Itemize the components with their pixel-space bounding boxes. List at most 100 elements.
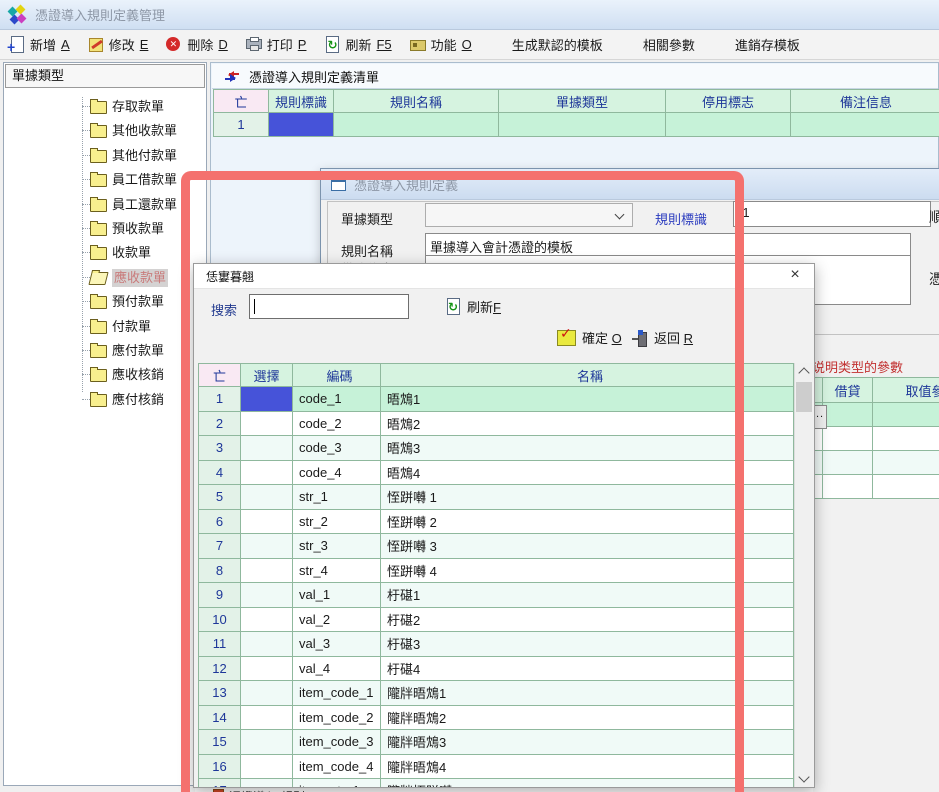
table-row[interactable]: 3code_3晤鴆3 (198, 436, 794, 461)
search-input[interactable] (249, 294, 409, 319)
select-cell[interactable] (241, 510, 293, 535)
table-row[interactable]: 17item_str_1隴牉恎跰囀 1 (198, 779, 794, 787)
code-cell[interactable]: item_str_1 (293, 779, 381, 787)
sidebar-item-10[interactable]: 付款單 (4, 315, 206, 339)
new-button[interactable]: + 新增A (8, 35, 70, 54)
name-cell[interactable]: 杅碪4 (381, 657, 794, 682)
table-row[interactable]: 5str_1恎跰囀 1 (198, 485, 794, 510)
name-cell[interactable]: 隴牉晤鴆1 (381, 681, 794, 706)
refresh-button[interactable]: ↻ 刷新F (444, 297, 501, 316)
code-cell[interactable]: code_4 (293, 461, 381, 486)
col-rule-id[interactable]: 規則標識 (269, 89, 334, 113)
select-cell[interactable] (241, 608, 293, 633)
code-cell[interactable]: val_4 (293, 657, 381, 682)
table-row[interactable]: 1 (213, 113, 939, 137)
select-cell[interactable] (241, 779, 293, 787)
table-row[interactable]: 13item_code_1隴牉晤鴆1 (198, 681, 794, 706)
name-cell[interactable]: 隴牉晤鴆3 (381, 730, 794, 755)
sidebar-item-2[interactable]: 其他收款單 (4, 119, 206, 143)
select-cell[interactable] (241, 412, 293, 437)
col-seq[interactable]: 亡 (213, 89, 269, 113)
scroll-down-icon[interactable] (795, 770, 813, 787)
vertical-scrollbar[interactable] (794, 363, 813, 787)
name-cell[interactable]: 恎跰囀 3 (381, 534, 794, 559)
code-cell[interactable]: val_3 (293, 632, 381, 657)
select-cell[interactable] (241, 657, 293, 682)
select-cell[interactable] (241, 559, 293, 584)
col-debit-credit[interactable]: 借貸 (823, 377, 873, 403)
sidebar-item-4[interactable]: 員工借款單 (4, 168, 206, 192)
table-row[interactable]: 10val_2杅碪2 (198, 608, 794, 633)
function-button[interactable]: 功能O (409, 35, 472, 54)
table-row[interactable]: 12val_4杅碪4 (198, 657, 794, 682)
name-cell[interactable]: 隴牉恎跰囀 1 (381, 779, 794, 787)
name-cell[interactable]: 杅碪2 (381, 608, 794, 633)
select-cell[interactable] (241, 461, 293, 486)
edit-button[interactable]: 修改E (87, 35, 149, 54)
code-cell[interactable]: item_code_3 (293, 730, 381, 755)
code-cell[interactable]: str_2 (293, 510, 381, 535)
code-cell[interactable]: code_3 (293, 436, 381, 461)
selected-cell[interactable] (269, 113, 334, 137)
scroll-up-icon[interactable] (795, 363, 813, 380)
code-cell[interactable]: item_code_4 (293, 755, 381, 780)
rule-id-field[interactable]: -1 (733, 201, 931, 227)
sidebar-item-5[interactable]: 員工還款單 (4, 193, 206, 217)
table-row[interactable]: 7str_3恎跰囀 3 (198, 534, 794, 559)
name-cell[interactable]: 晤鴆2 (381, 412, 794, 437)
sidebar-item-8[interactable]: 應收款單 (4, 266, 206, 290)
table-row[interactable]: 15item_code_3隴牉晤鴆3 (198, 730, 794, 755)
table-row[interactable]: 6str_2恎跰囀 2 (198, 510, 794, 535)
scrollbar-thumb[interactable] (796, 382, 812, 412)
table-row[interactable]: 8str_4恎跰囀 4 (198, 559, 794, 584)
col-select[interactable]: 選擇 (241, 363, 293, 387)
ok-button[interactable]: ✓ 確定 O (557, 328, 622, 347)
sidebar-item-3[interactable]: 其他付款單 (4, 144, 206, 168)
code-cell[interactable]: str_4 (293, 559, 381, 584)
col-value-param[interactable]: 取值參數 (873, 377, 939, 403)
sidebar-item-11[interactable]: 應付款單 (4, 339, 206, 363)
col-doc-type[interactable]: 單據類型 (499, 89, 666, 113)
select-cell[interactable] (241, 583, 293, 608)
sidebar-item-9[interactable]: 預付款單 (4, 290, 206, 314)
table-row[interactable]: 1code_1晤鴆1 (198, 387, 794, 412)
name-cell[interactable]: 杅碪3 (381, 632, 794, 657)
generate-default-template-button[interactable]: 生成默認的模板 (512, 35, 603, 54)
table-row[interactable]: 9val_1杅碪1 (198, 583, 794, 608)
table-row[interactable]: 16item_code_4隴牉晤鴆4 (198, 755, 794, 780)
select-cell[interactable] (241, 730, 293, 755)
sidebar-item-6[interactable]: 預收款單 (4, 217, 206, 241)
print-button[interactable]: 打印P (245, 35, 307, 54)
table-row[interactable]: 4code_4晤鴆4 (198, 461, 794, 486)
table-row[interactable]: 11val_3杅碪3 (198, 632, 794, 657)
code-cell[interactable]: code_1 (293, 387, 381, 412)
col-rule-name[interactable]: 規則名稱 (334, 89, 499, 113)
name-cell[interactable]: 恎跰囀 2 (381, 510, 794, 535)
inventory-template-button[interactable]: 進銷存模板 (735, 35, 800, 54)
col-disabled-flag[interactable]: 停用標志 (666, 89, 791, 113)
name-cell[interactable]: 晤鴆4 (381, 461, 794, 486)
related-params-button[interactable]: 相關參數 (643, 35, 695, 54)
code-cell[interactable]: str_3 (293, 534, 381, 559)
code-cell[interactable]: code_2 (293, 412, 381, 437)
selected-cell[interactable] (241, 387, 293, 412)
select-cell[interactable] (241, 436, 293, 461)
code-cell[interactable]: str_1 (293, 485, 381, 510)
name-cell[interactable]: 隴牉晤鴆4 (381, 755, 794, 780)
col-name[interactable]: 名稱 (381, 363, 794, 387)
select-cell[interactable] (241, 534, 293, 559)
name-cell[interactable]: 杅碪1 (381, 583, 794, 608)
name-cell[interactable]: 隴牉晤鴆2 (381, 706, 794, 731)
code-cell[interactable]: val_2 (293, 608, 381, 633)
sidebar-item-12[interactable]: 應收核銷 (4, 363, 206, 387)
back-button[interactable]: 返回 R (632, 328, 693, 347)
name-cell[interactable]: 恎跰囀 4 (381, 559, 794, 584)
select-cell[interactable] (241, 485, 293, 510)
delete-button[interactable]: ✕ 刪除D (165, 35, 227, 54)
name-cell[interactable]: 晤鴆3 (381, 436, 794, 461)
close-icon[interactable]: × (784, 265, 806, 285)
select-cell[interactable] (241, 755, 293, 780)
refresh-button[interactable]: ↻ 刷新F5 (323, 35, 391, 54)
code-cell[interactable]: val_1 (293, 583, 381, 608)
select-cell[interactable] (241, 632, 293, 657)
